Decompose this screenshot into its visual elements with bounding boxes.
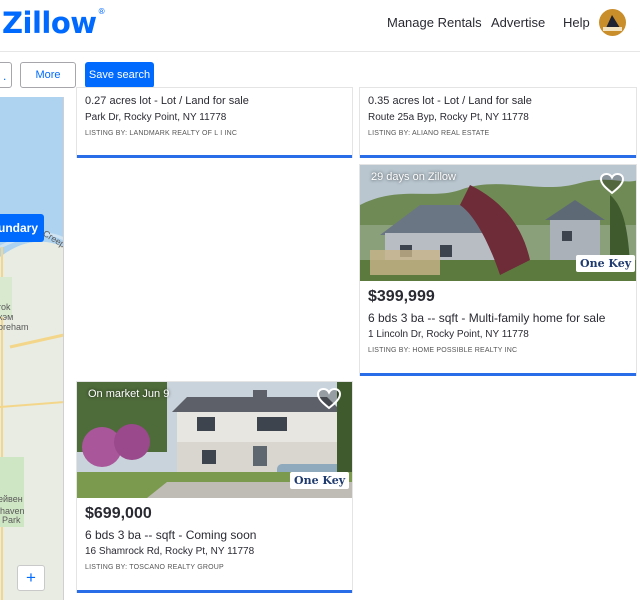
listing-card[interactable]: 29 days on Zillow One Key $399,999 6 bds… [359,164,637,376]
zillow-logo[interactable]: Zillow® [2,6,106,40]
map-place-label: rok [0,302,11,312]
nav-advertise[interactable]: Advertise [491,15,545,30]
map-place-label: ейвен [0,494,23,504]
card-accent-bar [77,590,352,593]
filter-button-partial[interactable]: . [0,62,12,88]
listing-broker: LISTING BY: TOSCANO REALTY GROUP [85,564,224,571]
zillow-search-page: Zillow® Manage Rentals Advertise Help . … [0,0,640,600]
onekey-mls-badge: One Key [576,255,636,272]
listing-broker: LISTING BY: LANDMARK REALTY OF L I INC [85,130,238,137]
map-panel[interactable]: undary Сгеер rok xэм oreham ейвен haven … [0,97,64,600]
more-filters-button[interactable]: More [20,62,76,88]
user-avatar[interactable] [599,9,626,36]
nav-manage-rentals[interactable]: Manage Rentals [387,15,482,30]
listing-price: $699,000 [85,505,152,522]
listing-card[interactable]: 0.27 acres lot - Lot / Land for sale Par… [76,87,353,158]
listing-facts: 6 bds 3 ba -- sqft - Coming soon [85,528,257,542]
card-accent-bar [360,155,636,158]
map-place-label: Park [2,515,21,525]
onekey-mls-badge: One Key [290,472,350,489]
listing-results: 0.27 acres lot - Lot / Land for sale Par… [64,87,640,600]
card-accent-bar [360,373,636,376]
zoom-in-button[interactable]: + [17,565,45,591]
listing-type: 0.35 acres lot - Lot / Land for sale [368,95,532,107]
days-on-zillow-tag: 29 days on Zillow [371,171,456,183]
map-place-label: oreham [0,322,29,332]
listing-broker: LISTING BY: ALIANO REAL ESTATE [368,130,490,137]
remove-boundary-button[interactable]: undary [0,214,44,242]
listing-card[interactable]: 0.35 acres lot - Lot / Land for sale Rou… [359,87,637,158]
top-header: Zillow® Manage Rentals Advertise Help [0,0,640,52]
listing-address[interactable]: 16 Shamrock Rd, Rocky Pt, NY 11778 [85,546,254,557]
card-accent-bar [77,155,352,158]
listing-facts: 6 bds 3 ba -- sqft - Multi-family home f… [368,311,606,325]
listing-card[interactable]: On market Jun 9 One Key $699,000 6 bds 3… [76,381,353,593]
save-search-button[interactable]: Save search [85,62,154,88]
listing-price: $399,999 [368,288,435,305]
listing-address[interactable]: Route 25a Byp, Rocky Pt, NY 11778 [368,112,529,123]
listing-address[interactable]: Park Dr, Rocky Point, NY 11778 [85,112,226,123]
listing-broker: LISTING BY: HOME POSSIBLE REALTY INC [368,347,518,354]
registered-mark: ® [97,7,106,17]
nav-help[interactable]: Help [563,15,590,30]
save-heart-icon[interactable] [316,387,342,411]
market-date-tag: On market Jun 9 [88,388,170,400]
save-heart-icon[interactable] [599,172,625,196]
listing-address[interactable]: 1 Lincoln Dr, Rocky Point, NY 11778 [368,329,529,340]
map-place-label: xэм [0,312,14,322]
listing-type: 0.27 acres lot - Lot / Land for sale [85,95,249,107]
